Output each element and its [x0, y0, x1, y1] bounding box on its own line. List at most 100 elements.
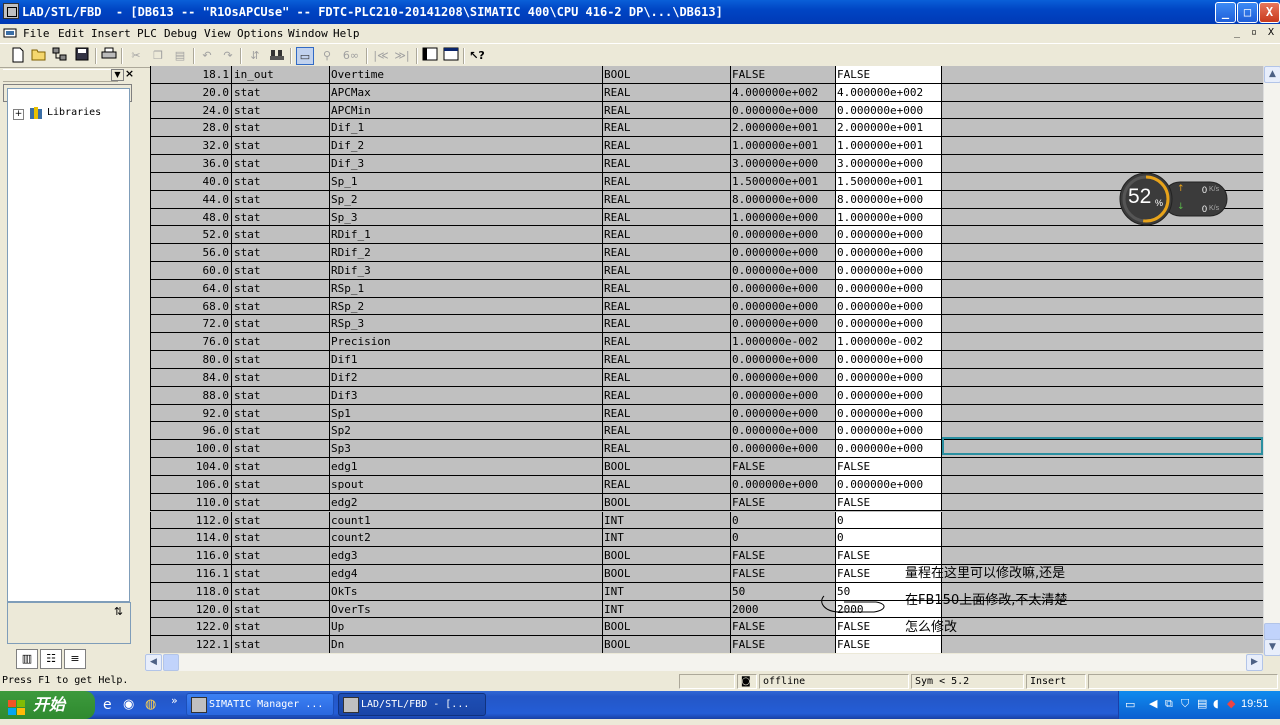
name-cell[interactable]: Sp_2 — [330, 190, 603, 209]
document-icon[interactable] — [3, 27, 17, 39]
comment-cell[interactable] — [942, 351, 1263, 369]
initial-value-cell[interactable]: FALSE — [731, 618, 836, 637]
table-row[interactable]: 56.0 stat RDif_2 REAL 0.000000e+000 0.000000e… — [150, 244, 1263, 262]
declaration-cell[interactable]: stat — [232, 297, 330, 316]
type-cell[interactable]: INT — [603, 600, 731, 619]
tab-call-structure-icon[interactable]: ☷ — [40, 649, 62, 669]
type-cell[interactable]: REAL — [603, 155, 731, 173]
declaration-cell[interactable]: stat — [232, 119, 330, 138]
comment-cell[interactable] — [942, 66, 1263, 84]
comment-cell[interactable] — [942, 226, 1263, 245]
expand-icon[interactable]: + — [13, 109, 24, 120]
table-row[interactable]: 116.0 stat edg3 BOOL FALSE FALSE — [150, 547, 1263, 565]
network-icon[interactable]: ⧉ — [1165, 697, 1173, 711]
address-cell[interactable]: 122.0 — [150, 618, 232, 637]
actual-value-cell[interactable]: 8.000000e+000 — [836, 190, 942, 209]
declaration-cell[interactable]: stat — [232, 226, 330, 245]
name-cell[interactable]: edg2 — [330, 493, 603, 512]
type-cell[interactable]: REAL — [603, 83, 731, 102]
scroll-down-icon[interactable]: ▼ — [1264, 639, 1280, 656]
paste-icon[interactable]: ▤ — [171, 47, 189, 65]
type-cell[interactable]: BOOL — [603, 618, 731, 637]
copy-icon[interactable]: ❐ — [149, 47, 167, 65]
initial-value-cell[interactable]: 0.000000e+000 — [731, 279, 836, 298]
address-cell[interactable]: 68.0 — [150, 297, 232, 316]
type-cell[interactable]: REAL — [603, 422, 731, 441]
quicklaunch-icon-2[interactable]: ◉ — [123, 697, 134, 712]
table-row[interactable]: 114.0 stat count2 INT 0 0 — [150, 529, 1263, 548]
declaration-cell[interactable]: stat — [232, 386, 330, 405]
comment-cell[interactable] — [942, 333, 1263, 352]
go-online-2-icon[interactable]: 6∞ — [342, 47, 360, 65]
actual-value-cell[interactable]: 0.000000e+000 — [836, 101, 942, 120]
pane-close-icon[interactable]: × — [124, 68, 135, 79]
comment-cell[interactable] — [942, 155, 1263, 173]
table-row[interactable]: 122.0 stat Up BOOL FALSE FALSE — [150, 618, 1263, 637]
tab-program-elements-icon[interactable]: ▥ — [16, 649, 38, 669]
address-cell[interactable]: 106.0 — [150, 475, 232, 494]
name-cell[interactable]: Sp_1 — [330, 172, 603, 191]
library-tree[interactable]: + Libraries — [7, 88, 130, 602]
type-cell[interactable]: REAL — [603, 351, 731, 369]
initial-value-cell[interactable]: 1.000000e+000 — [731, 208, 836, 227]
actual-value-cell[interactable]: 0.000000e+000 — [836, 315, 942, 334]
scroll-right-icon[interactable]: ▶ — [1246, 654, 1263, 671]
table-row[interactable]: 64.0 stat RSp_1 REAL 0.000000e+000 0.000000e+… — [150, 279, 1263, 298]
initial-value-cell[interactable]: 0 — [731, 529, 836, 548]
actual-value-cell[interactable]: 0.000000e+000 — [836, 440, 942, 459]
type-cell[interactable]: REAL — [603, 262, 731, 280]
address-cell[interactable]: 118.0 — [150, 582, 232, 601]
window-icon[interactable] — [421, 47, 439, 65]
table-row[interactable]: 120.0 stat OverTs INT 2000 2000 — [150, 600, 1263, 619]
load-icon[interactable]: ⇵ — [246, 47, 264, 65]
type-cell[interactable]: INT — [603, 529, 731, 548]
declaration-cell[interactable]: stat — [232, 137, 330, 156]
address-cell[interactable]: 36.0 — [150, 155, 232, 173]
comment-cell[interactable] — [942, 101, 1263, 120]
address-cell[interactable]: 116.1 — [150, 564, 232, 583]
comment-cell[interactable] — [942, 493, 1263, 512]
initial-value-cell[interactable]: 1.500000e+001 — [731, 172, 836, 191]
actual-value-cell[interactable]: 0.000000e+000 — [836, 386, 942, 405]
name-cell[interactable]: Dif1 — [330, 351, 603, 369]
name-cell[interactable]: count1 — [330, 511, 603, 530]
declaration-cell[interactable]: stat — [232, 547, 330, 565]
declaration-cell[interactable]: stat — [232, 529, 330, 548]
task-simatic-manager[interactable]: SIMATIC Manager ... — [186, 693, 334, 716]
comment-cell[interactable] — [942, 83, 1263, 102]
comment-cell[interactable] — [942, 368, 1263, 387]
initial-value-cell[interactable]: 0.000000e+000 — [731, 101, 836, 120]
actual-value-cell[interactable]: 1.500000e+001 — [836, 172, 942, 191]
address-cell[interactable]: 40.0 — [150, 172, 232, 191]
initial-value-cell[interactable]: 4.000000e+002 — [731, 83, 836, 102]
declaration-cell[interactable]: stat — [232, 600, 330, 619]
table-row[interactable]: 80.0 stat Dif1 REAL 0.000000e+000 0.000000e+0… — [150, 351, 1263, 369]
declaration-cell[interactable]: in_out — [232, 66, 330, 84]
initial-value-cell[interactable]: 0.000000e+000 — [731, 351, 836, 369]
type-cell[interactable]: REAL — [603, 101, 731, 120]
actual-value-cell[interactable]: FALSE — [836, 493, 942, 512]
address-cell[interactable]: 20.0 — [150, 83, 232, 102]
type-cell[interactable]: BOOL — [603, 493, 731, 512]
table-row[interactable]: 18.1 in_out Overtime BOOL FALSE FALSE — [150, 66, 1263, 84]
tab-references-icon[interactable]: ≡ — [64, 649, 86, 669]
actual-value-cell[interactable]: 4.000000e+002 — [836, 83, 942, 102]
table-row[interactable]: 92.0 stat Sp1 REAL 0.000000e+000 0.000000e+00… — [150, 404, 1263, 423]
details-icon[interactable] — [442, 47, 460, 65]
initial-value-cell[interactable]: 0.000000e+000 — [731, 422, 836, 441]
scroll-left-icon[interactable]: ◀ — [145, 654, 162, 671]
actual-value-cell[interactable]: 0.000000e+000 — [836, 368, 942, 387]
declaration-cell[interactable]: stat — [232, 279, 330, 298]
name-cell[interactable]: Sp3 — [330, 440, 603, 459]
help-icon[interactable]: ↖? — [468, 47, 486, 65]
type-cell[interactable]: REAL — [603, 137, 731, 156]
declaration-cell[interactable]: stat — [232, 315, 330, 334]
menu-help[interactable]: Help — [333, 27, 360, 40]
address-cell[interactable]: 104.0 — [150, 458, 232, 476]
actual-value-cell[interactable]: 0.000000e+000 — [836, 226, 942, 245]
table-row[interactable]: 52.0 stat RDif_1 REAL 0.000000e+000 0.000000e… — [150, 226, 1263, 245]
address-cell[interactable]: 120.0 — [150, 600, 232, 619]
address-cell[interactable]: 64.0 — [150, 279, 232, 298]
initial-value-cell[interactable]: 0.000000e+000 — [731, 244, 836, 262]
type-cell[interactable]: REAL — [603, 190, 731, 209]
